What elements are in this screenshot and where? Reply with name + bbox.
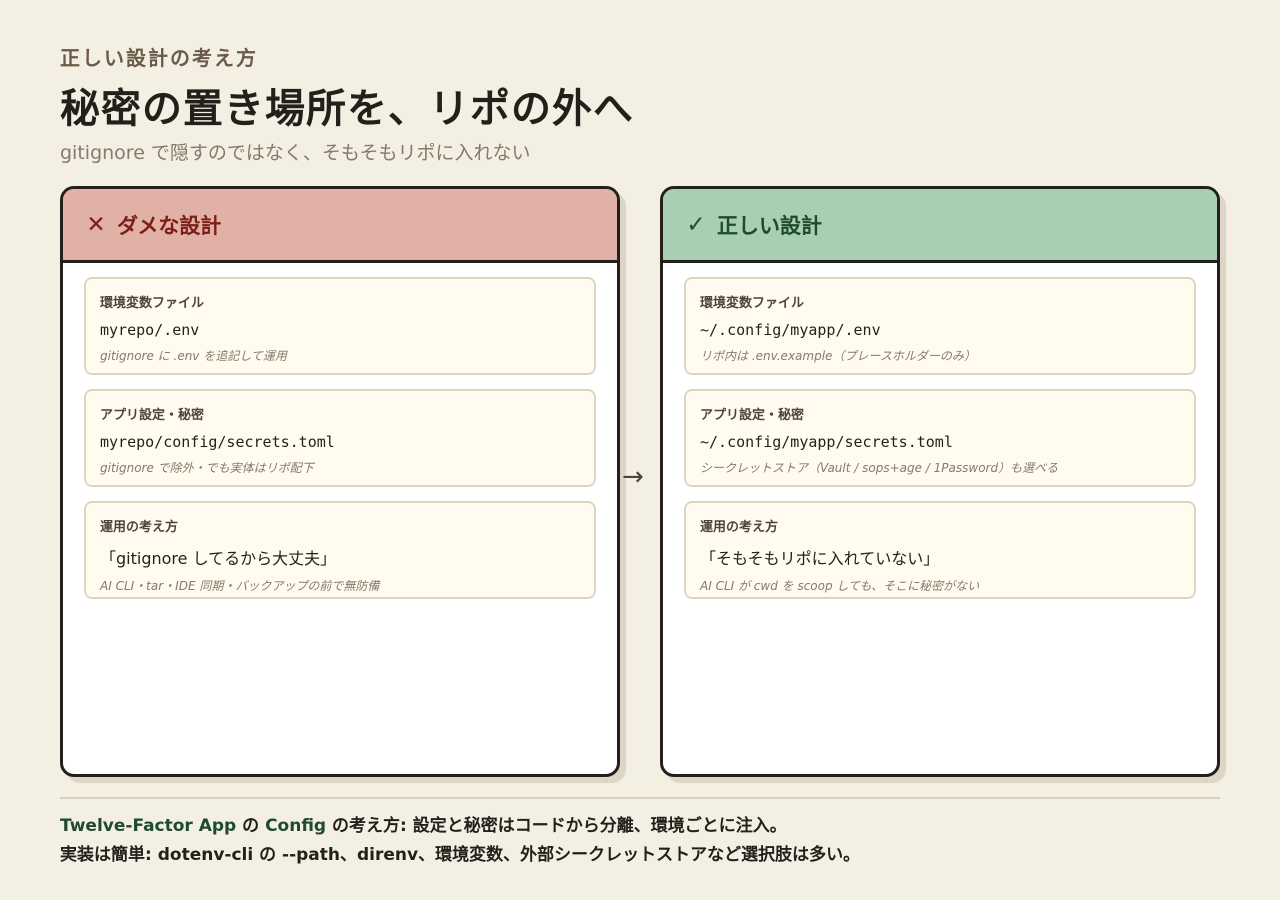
eyebrow: 正しい設計の考え方 [60, 46, 258, 70]
card-value: ~/.config/myapp/secrets.toml [700, 433, 953, 451]
card-label: 運用の考え方 [700, 520, 779, 535]
card-note: gitignore に .env を追記して運用 [100, 349, 287, 363]
footer-line-1: Twelve-Factor App の Config の考え方: 設定と秘密はコ… [60, 812, 860, 841]
footer-divider [60, 797, 1220, 799]
bad-design-panel: ✕ ダメな設計 環境変数ファイル myrepo/.env gitignore に… [60, 186, 620, 777]
card-note: gitignore で除外・でも実体はリポ配下 [100, 461, 314, 475]
card-note: リポ内は .env.example（プレースホルダーのみ） [700, 349, 976, 363]
arrow-right-icon: → [622, 462, 644, 492]
card-label: 運用の考え方 [100, 520, 179, 535]
card-label: 環境変数ファイル [700, 296, 805, 311]
card-note: AI CLI が cwd を scoop しても、そこに秘密がない [700, 579, 980, 593]
card-value: myrepo/.env [100, 321, 200, 339]
good-card-app-secrets: アプリ設定・秘密 ~/.config/myapp/secrets.toml シー… [684, 389, 1196, 487]
good-panel-header: ✓ 正しい設計 [663, 189, 1217, 263]
page-subtitle: gitignore で隠すのではなく、そもそもリポに入れない [60, 142, 531, 164]
card-label: 環境変数ファイル [100, 296, 205, 311]
config-link: Config [265, 816, 327, 836]
good-design-panel: ✓ 正しい設計 環境変数ファイル ~/.config/myapp/.env リポ… [660, 186, 1220, 777]
footer-text: の [236, 816, 266, 836]
card-note: AI CLI・tar・IDE 同期・バックアップの前で無防備 [100, 579, 380, 593]
good-panel-title: 正しい設計 [717, 213, 822, 238]
bad-card-app-secrets: アプリ設定・秘密 myrepo/config/secrets.toml giti… [84, 389, 596, 487]
bad-panel-header: ✕ ダメな設計 [63, 189, 617, 263]
footer-text: の考え方: 設定と秘密はコードから分離、環境ごとに注入。 [326, 816, 787, 836]
footer-line-2: 実装は簡単: dotenv-cli の --path、direnv、環境変数、外… [60, 845, 861, 865]
card-value: ~/.config/myapp/.env [700, 321, 881, 339]
bad-card-operation: 運用の考え方 「gitignore してるから大丈夫」 AI CLI・tar・I… [84, 501, 596, 599]
card-value: 「gitignore してるから大丈夫」 [100, 549, 337, 568]
card-label: アプリ設定・秘密 [700, 408, 805, 423]
cross-icon: ✕ [86, 211, 106, 238]
check-icon: ✓ [686, 211, 706, 238]
bad-panel-title: ダメな設計 [117, 213, 222, 238]
footer-note: Twelve-Factor App の Config の考え方: 設定と秘密はコ… [60, 812, 860, 870]
good-card-operation: 運用の考え方 「そもそもリポに入れていない」 AI CLI が cwd を sc… [684, 501, 1196, 599]
card-value: 「そもそもリポに入れていない」 [700, 549, 940, 568]
card-label: アプリ設定・秘密 [100, 408, 205, 423]
bad-card-env-file: 環境変数ファイル myrepo/.env gitignore に .env を追… [84, 277, 596, 375]
page-title: 秘密の置き場所を、リポの外へ [60, 86, 634, 132]
card-value: myrepo/config/secrets.toml [100, 433, 335, 451]
card-note: シークレットストア（Vault / sops+age / 1Password）も… [700, 461, 1059, 475]
twelve-factor-link: Twelve-Factor App [60, 816, 237, 836]
good-card-env-file: 環境変数ファイル ~/.config/myapp/.env リポ内は .env.… [684, 277, 1196, 375]
